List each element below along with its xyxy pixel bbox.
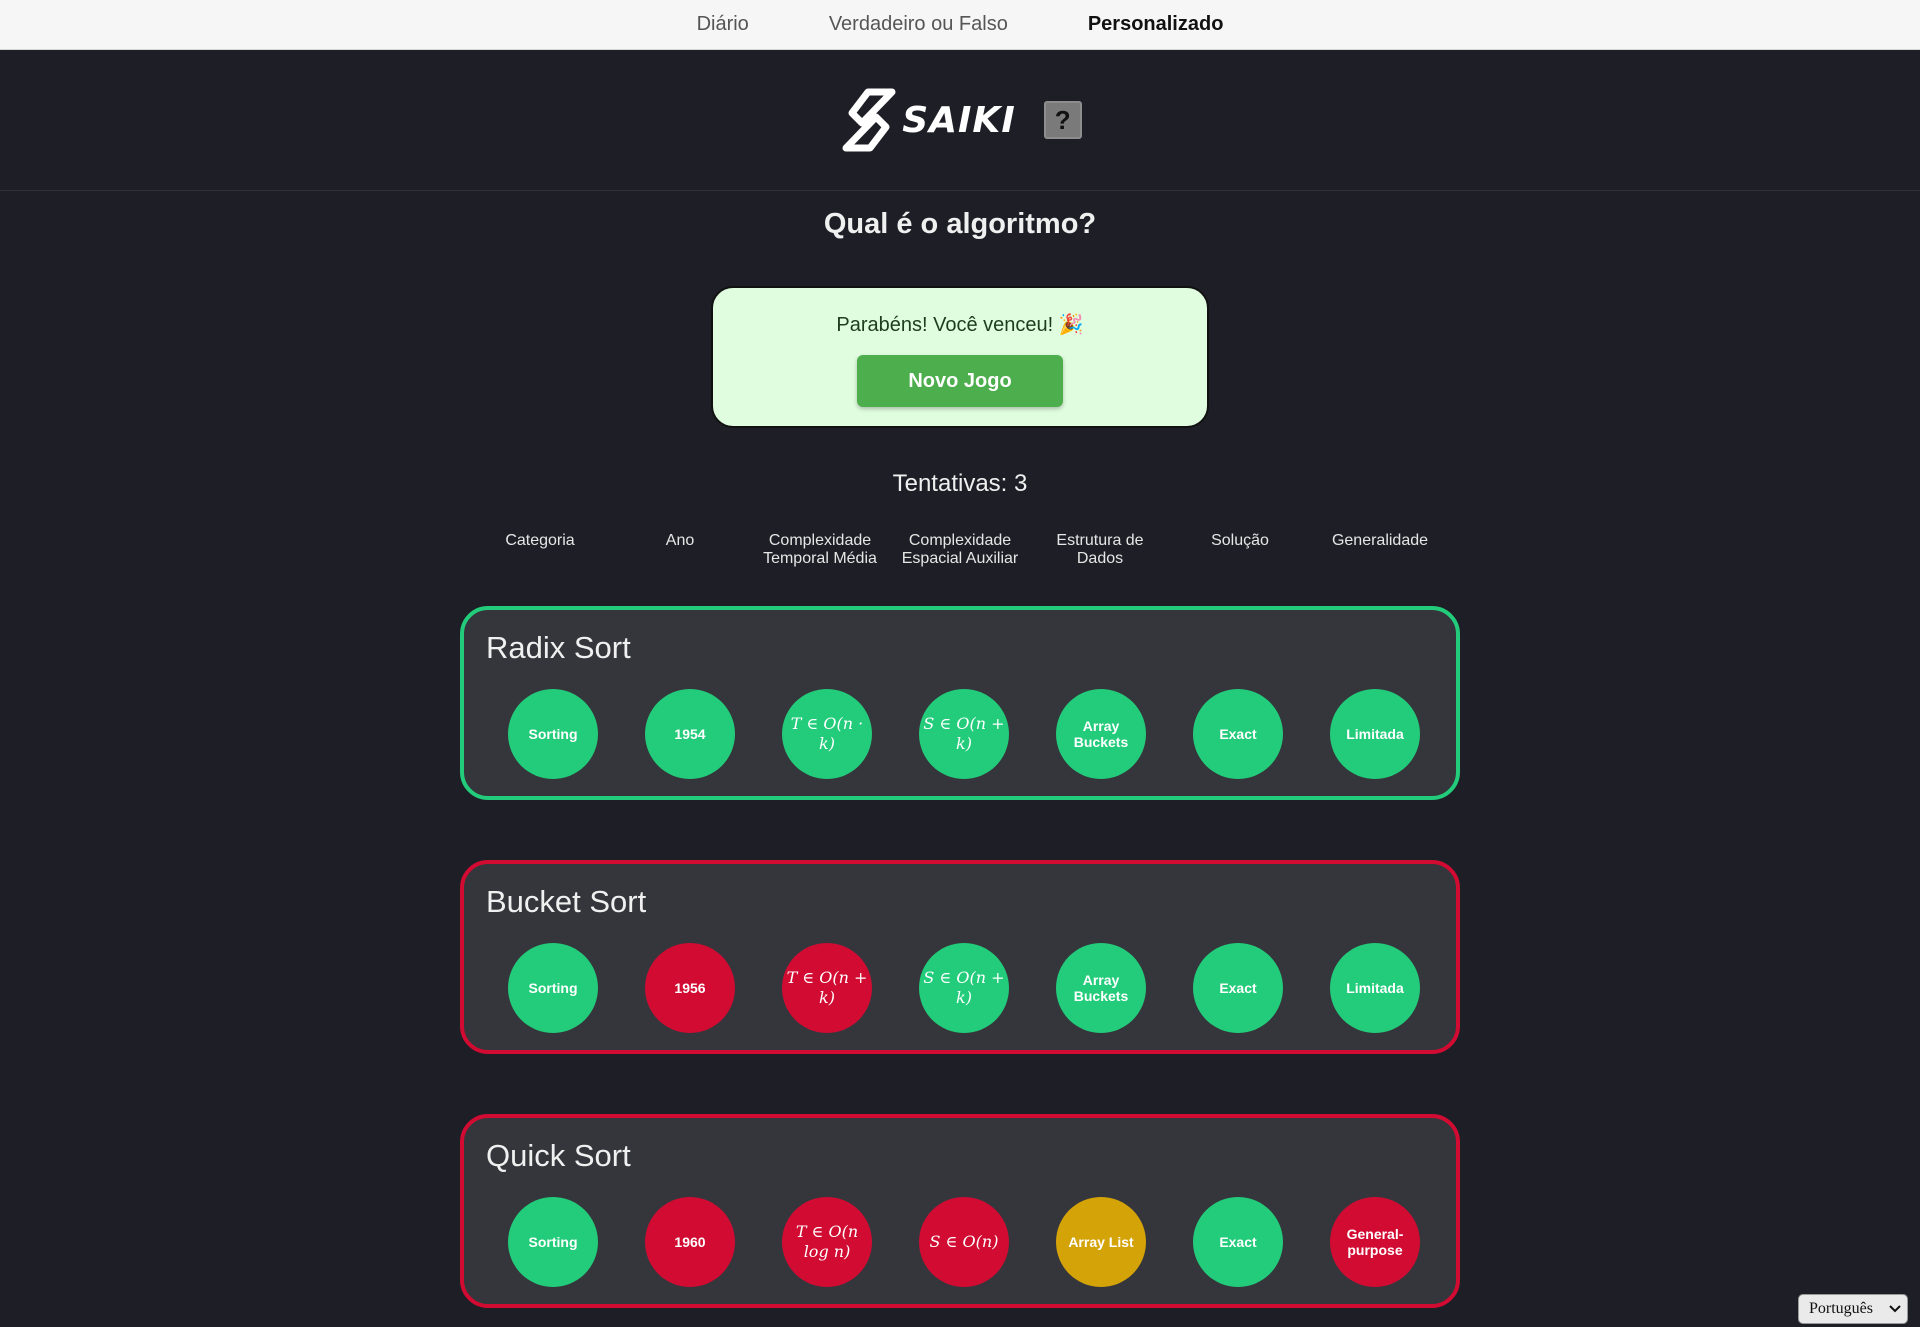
guess-name: Radix Sort: [486, 630, 631, 665]
guess-name: Quick Sort: [486, 1138, 631, 1173]
header: SAIKI ?: [0, 50, 1920, 191]
nav-personalizado[interactable]: Personalizado: [1088, 13, 1224, 36]
attribute-cell: 1956: [645, 943, 735, 1033]
attribute-cell: S ∈ O(n + k): [919, 943, 1009, 1033]
attribute-cell: Array List: [1056, 1197, 1146, 1287]
attribute-cell: Limitada: [1330, 689, 1420, 779]
tries-label: Tentativas:: [892, 470, 1008, 497]
tries-counter: Tentativas: 3: [0, 470, 1920, 498]
column-header: Complexidade Espacial Auxiliar: [901, 532, 1019, 567]
attribute-cell: Limitada: [1330, 943, 1420, 1033]
column-headers: Categoria Ano Complexidade Temporal Médi…: [470, 532, 1450, 576]
guess-card: Quick Sort Sorting 1960 T ∈ O(n log n) S ∈ O…: [460, 1114, 1460, 1308]
attribute-cell: Array Buckets: [1056, 689, 1146, 779]
chevron-down-icon: [1889, 1300, 1901, 1318]
attribute-cell: T ∈ O(n + k): [782, 943, 872, 1033]
attribute-cell: Exact: [1193, 1197, 1283, 1287]
page-title: Qual é o algoritmo?: [823, 208, 1097, 240]
attribute-cell: Array Buckets: [1056, 943, 1146, 1033]
attribute-cell: General-purpose: [1330, 1197, 1420, 1287]
guess-card: Radix Sort Sorting 1954 T ∈ O(n · k) S ∈ O(n…: [460, 606, 1460, 800]
attribute-cell: Sorting: [508, 689, 598, 779]
column-header: Categoria: [505, 532, 575, 549]
new-game-button[interactable]: Novo Jogo: [857, 355, 1063, 407]
column-header: Estrutura de Dados: [1056, 532, 1144, 567]
attribute-cell: 1960: [645, 1197, 735, 1287]
attribute-cell: Sorting: [508, 1197, 598, 1287]
attribute-cell: T ∈ O(n log n): [782, 1197, 872, 1287]
column-header: Complexidade Temporal Média: [763, 532, 877, 567]
attribute-cell: 1954: [645, 689, 735, 779]
logo-icon: [842, 88, 896, 152]
attribute-cell: S ∈ O(n + k): [919, 689, 1009, 779]
attribute-cell: Exact: [1193, 943, 1283, 1033]
column-header: Ano: [665, 532, 695, 549]
guess-name: Bucket Sort: [486, 884, 647, 919]
attribute-cell: Sorting: [508, 943, 598, 1033]
logo-text: SAIKI: [902, 99, 1016, 141]
nav-verdadeiro-ou-falso[interactable]: Verdadeiro ou Falso: [829, 13, 1008, 36]
nav-diario[interactable]: Diário: [697, 13, 749, 36]
attribute-cell: Exact: [1193, 689, 1283, 779]
language-select[interactable]: Português: [1798, 1294, 1908, 1324]
help-button[interactable]: ?: [1043, 101, 1082, 139]
guess-card: Bucket Sort Sorting 1956 T ∈ O(n + k) S ∈ O(…: [460, 860, 1460, 1054]
attribute-cell: T ∈ O(n · k): [782, 689, 872, 779]
logo[interactable]: SAIKI: [838, 87, 1015, 153]
language-value: Português: [1809, 1300, 1873, 1317]
win-panel: Parabéns! Você venceu! 🎉 Novo Jogo: [711, 286, 1209, 428]
win-message: Parabéns! Você venceu! 🎉: [836, 314, 1084, 336]
tries-count: 3: [1014, 470, 1028, 497]
column-header: Solução: [1211, 532, 1269, 549]
top-nav: Diário Verdadeiro ou Falso Personalizado: [0, 0, 1920, 50]
attribute-cell: S ∈ O(n): [919, 1197, 1009, 1287]
column-header: Generalidade: [1331, 532, 1429, 549]
